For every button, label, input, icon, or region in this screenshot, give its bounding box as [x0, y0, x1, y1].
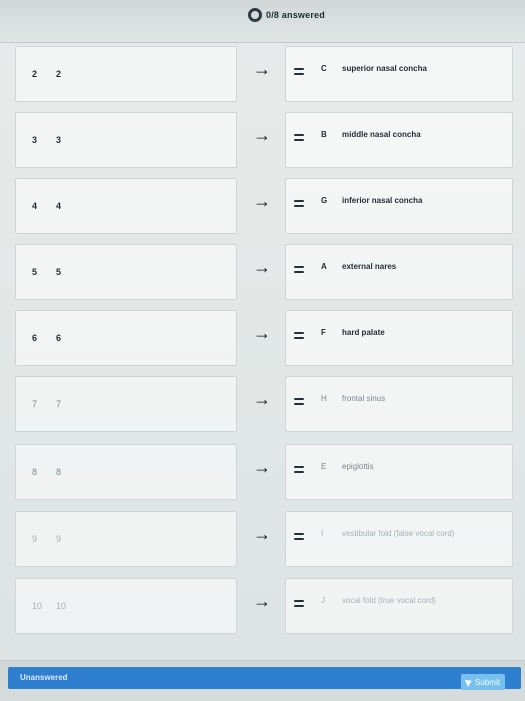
- answer-option[interactable]: J vocal fold (true vocal cord): [285, 578, 513, 634]
- prompt-slot: 6 6: [15, 310, 237, 366]
- answer-text: frontal sinus: [342, 394, 386, 403]
- match-row: 2 2 → C superior nasal concha: [0, 42, 525, 106]
- prompt-slot: 2 2: [15, 46, 237, 102]
- prompt-label: 5: [56, 267, 62, 277]
- answer-text: middle nasal concha: [342, 130, 421, 139]
- match-row: 9 9 → I vestibular fold (false vocal cor…: [0, 507, 525, 571]
- answer-letter: E: [321, 462, 327, 471]
- right-arrow-icon: →: [253, 389, 271, 409]
- answer-letter: J: [321, 596, 325, 605]
- answer-text: superior nasal concha: [342, 64, 427, 73]
- drag-handle-icon[interactable]: [294, 533, 304, 541]
- prompt-number: 4: [32, 201, 38, 211]
- prompt-slot: 7 7: [15, 376, 237, 432]
- prompt-number: 7: [32, 399, 38, 409]
- answer-option[interactable]: C superior nasal concha: [285, 46, 513, 102]
- match-row: 5 5 → A external nares: [0, 240, 525, 304]
- right-arrow-icon: →: [253, 457, 271, 477]
- submit-button[interactable]: Submit: [461, 674, 505, 690]
- progress-text: 0/8 answered: [266, 10, 325, 20]
- answer-letter: F: [321, 328, 326, 337]
- status-text: Unanswered: [20, 673, 68, 682]
- progress-ring-icon: [248, 8, 262, 22]
- right-arrow-icon: →: [253, 591, 271, 611]
- prompt-label: 10: [56, 601, 67, 611]
- prompt-label: 3: [56, 135, 62, 145]
- match-row: 4 4 → G inferior nasal concha: [0, 174, 525, 238]
- prompt-number: 6: [32, 333, 38, 343]
- answer-option[interactable]: B middle nasal concha: [285, 112, 513, 168]
- prompt-number: 2: [32, 69, 38, 79]
- progress-indicator: 0/8 answered: [248, 8, 325, 22]
- drag-handle-icon[interactable]: [294, 134, 304, 142]
- drag-handle-icon[interactable]: [294, 332, 304, 340]
- answer-letter: A: [321, 262, 327, 271]
- prompt-label: 6: [56, 333, 62, 343]
- answer-option[interactable]: E epiglottis: [285, 444, 513, 500]
- footer-bar: Unanswered Submit: [0, 660, 525, 701]
- drag-handle-icon[interactable]: [294, 600, 304, 608]
- submit-label: Submit: [475, 677, 500, 687]
- header-bar: 0/8 answered: [0, 0, 525, 43]
- right-arrow-icon: →: [253, 257, 271, 277]
- answer-text: vestibular fold (false vocal cord): [342, 529, 455, 538]
- prompt-number: 9: [32, 534, 38, 544]
- answer-letter: C: [321, 64, 327, 73]
- match-row: 6 6 → F hard palate: [0, 306, 525, 370]
- answer-option[interactable]: I vestibular fold (false vocal cord): [285, 511, 513, 567]
- prompt-slot: 4 4: [15, 178, 237, 234]
- match-row: 3 3 → B middle nasal concha: [0, 108, 525, 172]
- answer-option[interactable]: H frontal sinus: [285, 376, 513, 432]
- answer-text: vocal fold (true vocal cord): [342, 596, 436, 605]
- right-arrow-icon: →: [253, 125, 271, 145]
- prompt-label: 2: [56, 69, 62, 79]
- prompt-number: 5: [32, 267, 38, 277]
- answer-letter: G: [321, 196, 328, 205]
- answer-letter: B: [321, 130, 327, 139]
- answer-letter: H: [321, 394, 327, 403]
- answer-text: hard palate: [342, 328, 385, 337]
- answer-option[interactable]: G inferior nasal concha: [285, 178, 513, 234]
- prompt-slot: 8 8: [15, 444, 237, 500]
- drag-handle-icon[interactable]: [294, 266, 304, 274]
- prompt-label: 8: [56, 467, 62, 477]
- right-arrow-icon: →: [253, 323, 271, 343]
- prompt-number: 3: [32, 135, 38, 145]
- send-icon: [464, 677, 474, 687]
- drag-handle-icon[interactable]: [294, 466, 304, 474]
- answer-letter: I: [321, 529, 324, 538]
- prompt-slot: 3 3: [15, 112, 237, 168]
- prompt-slot: 10 10: [15, 578, 237, 634]
- answer-text: inferior nasal concha: [342, 196, 423, 205]
- drag-handle-icon[interactable]: [294, 68, 304, 76]
- prompt-number: 8: [32, 467, 38, 477]
- drag-handle-icon[interactable]: [294, 200, 304, 208]
- right-arrow-icon: →: [253, 59, 271, 79]
- match-row: 8 8 → E epiglottis: [0, 440, 525, 504]
- prompt-number: 10: [32, 601, 43, 611]
- drag-handle-icon[interactable]: [294, 398, 304, 406]
- match-row: 10 10 → J vocal fold (true vocal cord): [0, 574, 525, 638]
- match-row: 7 7 → H frontal sinus: [0, 372, 525, 436]
- prompt-label: 4: [56, 201, 62, 211]
- prompt-slot: 5 5: [15, 244, 237, 300]
- status-bar: Unanswered Submit: [8, 667, 521, 690]
- right-arrow-icon: →: [253, 191, 271, 211]
- right-arrow-icon: →: [253, 524, 271, 544]
- answer-text: external nares: [342, 262, 397, 271]
- answer-text: epiglottis: [342, 462, 374, 471]
- prompt-slot: 9 9: [15, 511, 237, 567]
- prompt-label: 9: [56, 534, 62, 544]
- answer-option[interactable]: A external nares: [285, 244, 513, 300]
- prompt-label: 7: [56, 399, 62, 409]
- answer-option[interactable]: F hard palate: [285, 310, 513, 366]
